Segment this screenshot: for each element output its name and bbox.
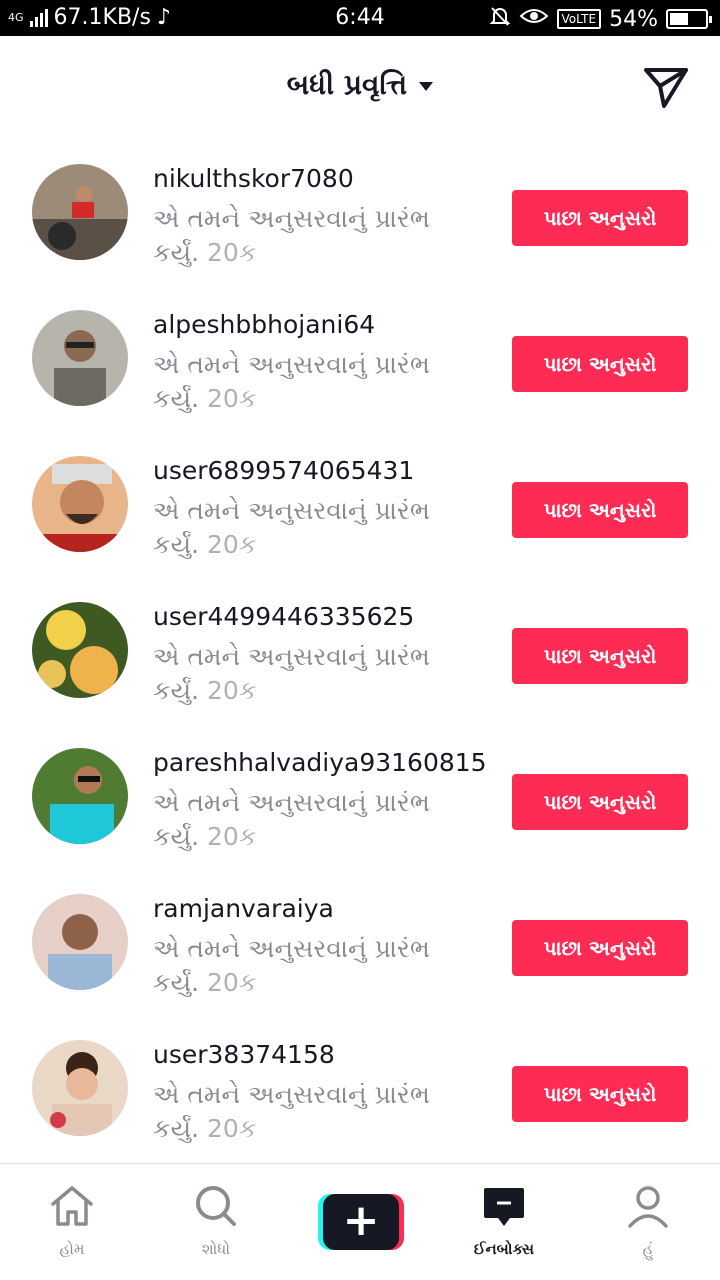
action-text: એ તમને અનુસરવાનું પ્રારંભ કર્યું. bbox=[153, 350, 430, 413]
avatar[interactable] bbox=[32, 164, 128, 260]
activity-text: એ તમને અનુસરવાનું પ્રારંભ કર્યું. 20ક bbox=[153, 494, 433, 562]
profile-icon bbox=[628, 1186, 668, 1228]
status-bar: 4G 67.1KB/s ♪ 6:44 VoLTE 54% bbox=[0, 0, 720, 36]
status-right: VoLTE 54% bbox=[489, 5, 712, 33]
activity-header: બધી પ્રવૃત્તિ bbox=[0, 36, 720, 140]
avatar[interactable] bbox=[32, 1040, 128, 1136]
home-icon bbox=[51, 1186, 93, 1226]
action-text: એ તમને અનુસરવાનું પ્રારંભ કર્યું. bbox=[153, 788, 430, 851]
follow-back-button[interactable]: પાછા અનુસરો bbox=[512, 190, 688, 246]
activity-text: એ તમને અનુસરવાનું પ્રારંભ કર્યું. 20ક bbox=[153, 202, 433, 270]
avatar[interactable] bbox=[32, 894, 128, 990]
username[interactable]: user4499446335625 bbox=[153, 602, 414, 631]
action-text: એ તમને અનુસરવાનું પ્રારંભ કર્યું. bbox=[153, 496, 430, 559]
avatar[interactable] bbox=[32, 456, 128, 552]
timestamp: 20ક bbox=[207, 822, 257, 851]
timestamp: 20ક bbox=[207, 676, 257, 705]
timestamp: 20ક bbox=[207, 384, 257, 413]
avatar[interactable] bbox=[32, 602, 128, 698]
username[interactable]: user38374158 bbox=[153, 1040, 335, 1069]
nav-inbox[interactable]: ઈનબોક્સ bbox=[434, 1164, 574, 1280]
follow-back-button[interactable]: પાછા અનુસરો bbox=[512, 336, 688, 392]
timestamp: 20ક bbox=[207, 968, 257, 997]
send-message-icon[interactable] bbox=[642, 66, 690, 110]
create-video-button[interactable]: + bbox=[318, 1194, 404, 1250]
username[interactable]: pareshhalvadiya93160815 bbox=[153, 748, 487, 777]
avatar[interactable] bbox=[32, 310, 128, 406]
action-text: એ તમને અનુસરવાનું પ્રારંભ કર્યું. bbox=[153, 934, 430, 997]
eye-icon bbox=[519, 6, 549, 32]
username[interactable]: user6899574065431 bbox=[153, 456, 414, 485]
action-text: એ તમને અનુસરવાનું પ્રારંભ કર્યું. bbox=[153, 1080, 430, 1143]
avatar[interactable] bbox=[32, 748, 128, 844]
page-title: બધી પ્રવૃત્તિ bbox=[286, 68, 408, 101]
timestamp: 20ક bbox=[207, 238, 257, 267]
list-item: user6899574065431 એ તમને અનુસરવાનું પ્રા… bbox=[0, 432, 720, 578]
search-icon bbox=[196, 1186, 236, 1226]
nav-me[interactable]: હું bbox=[578, 1164, 718, 1280]
list-item: alpeshbbhojani64 એ તમને અનુસરવાનું પ્રાર… bbox=[0, 286, 720, 432]
activity-text: એ તમને અનુસરવાનું પ્રારંભ કર્યું. 20ક bbox=[153, 786, 433, 854]
activity-filter-dropdown[interactable]: બધી પ્રવૃત્તિ bbox=[0, 68, 720, 102]
inbox-icon bbox=[484, 1188, 524, 1226]
nav-search-label: શોધો bbox=[201, 1240, 231, 1258]
follow-back-button[interactable]: પાછા અનુસરો bbox=[512, 774, 688, 830]
username[interactable]: ramjanvaraiya bbox=[153, 894, 334, 923]
nav-search[interactable]: શોધો bbox=[146, 1164, 286, 1280]
username[interactable]: nikulthskor7080 bbox=[153, 164, 354, 193]
bottom-navigation: હોમ શોધો + ઈનબોક્સ હું bbox=[0, 1163, 720, 1280]
action-text: એ તમને અનુસરવાનું પ્રારંભ કર્યું. bbox=[153, 642, 430, 705]
activity-text: એ તમને અનુસરવાનું પ્રારંભ કર્યું. 20ક bbox=[153, 932, 433, 1000]
timestamp: 20ક bbox=[207, 1114, 257, 1143]
nav-inbox-label: ઈનબોક્સ bbox=[473, 1240, 535, 1258]
timestamp: 20ક bbox=[207, 530, 257, 559]
action-text: એ તમને અનુસરવાનું પ્રારંભ કર્યું. bbox=[153, 204, 430, 267]
list-item: user38374158 એ તમને અનુસરવાનું પ્રારંભ ક… bbox=[0, 1016, 720, 1162]
follow-back-button[interactable]: પાછા અનુસરો bbox=[512, 1066, 688, 1122]
nav-me-label: હું bbox=[642, 1240, 654, 1258]
list-item: nikulthskor7080 એ તમને અનુસરવાનું પ્રારં… bbox=[0, 140, 720, 286]
list-item: pareshhalvadiya93160815 એ તમને અનુસરવાનુ… bbox=[0, 724, 720, 870]
activity-text: એ તમને અનુસરવાનું પ્રારંભ કર્યું. 20ક bbox=[153, 1078, 433, 1146]
follow-back-button[interactable]: પાછા અનુસરો bbox=[512, 482, 688, 538]
nav-home[interactable]: હોમ bbox=[2, 1164, 142, 1280]
follow-back-button[interactable]: પાછા અનુસરો bbox=[512, 920, 688, 976]
username[interactable]: alpeshbbhojani64 bbox=[153, 310, 375, 339]
plus-icon: + bbox=[323, 1194, 399, 1250]
activity-text: એ તમને અનુસરવાનું પ્રારંભ કર્યું. 20ક bbox=[153, 348, 433, 416]
follow-back-button[interactable]: પાછા અનુસરો bbox=[512, 628, 688, 684]
nav-home-label: હોમ bbox=[59, 1240, 85, 1258]
battery-percent: 54% bbox=[609, 6, 658, 32]
list-item: ramjanvaraiya એ તમને અનુસરવાનું પ્રારંભ … bbox=[0, 870, 720, 1016]
list-item: user4499446335625 એ તમને અનુસરવાનું પ્રા… bbox=[0, 578, 720, 724]
battery-icon bbox=[666, 9, 712, 29]
mute-bell-icon bbox=[489, 5, 511, 33]
caret-down-icon bbox=[419, 81, 434, 91]
activity-text: એ તમને અનુસરવાનું પ્રારંભ કર્યું. 20ક bbox=[153, 640, 433, 708]
volte-badge: VoLTE bbox=[556, 9, 602, 29]
